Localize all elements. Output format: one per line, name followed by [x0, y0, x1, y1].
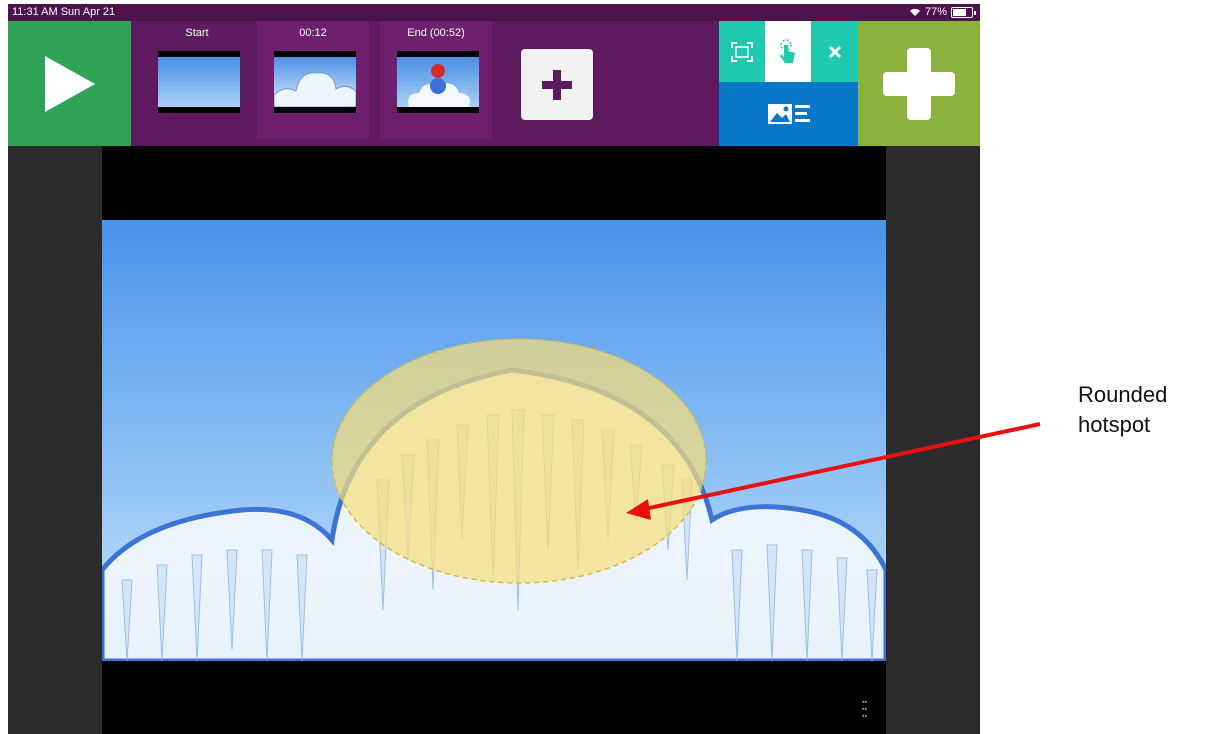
tool-group	[719, 21, 858, 146]
close-tool-button[interactable]	[811, 21, 858, 82]
clip-start[interactable]: Start	[141, 21, 253, 139]
clip-thumbnail	[273, 51, 357, 113]
fit-screen-icon	[731, 41, 753, 62]
ice-cloud-scene	[102, 338, 886, 661]
plus-icon	[542, 69, 572, 100]
app-screen: 11:31 AM Sun Apr 21 77% Start 00:12 End …	[8, 4, 980, 734]
close-icon	[828, 45, 841, 58]
play-icon	[44, 55, 95, 112]
fit-screen-button[interactable]	[719, 21, 765, 82]
annotation-text: Rounded hotspot	[1078, 380, 1167, 440]
battery-icon	[951, 7, 973, 18]
status-time: 11:31 AM Sun Apr 21	[12, 6, 116, 18]
hotspot-tool-button[interactable]	[765, 21, 811, 82]
annotation-line-2: hotspot	[1078, 412, 1151, 437]
play-button[interactable]	[8, 21, 131, 146]
clip-label: 00:12	[299, 27, 327, 39]
battery-cap	[974, 10, 976, 15]
clip-end[interactable]: End (00:52)	[380, 21, 492, 139]
add-clip-button[interactable]	[521, 49, 593, 120]
add-button[interactable]	[858, 21, 980, 146]
annotation-line-1: Rounded	[1078, 382, 1168, 407]
clip-label: End (00:52)	[407, 27, 465, 39]
image-text-icon	[767, 104, 810, 124]
status-right: 77%	[909, 4, 976, 21]
rounded-hotspot[interactable]	[331, 338, 707, 584]
clip-00-12[interactable]: 00:12	[257, 21, 369, 139]
video-frame: ▪▪ ▪▪ ▪▪	[102, 146, 886, 734]
clip-thumbnail	[397, 51, 479, 113]
toolbar: Start 00:12 End (00:52)	[8, 21, 980, 146]
media-text-button[interactable]	[719, 82, 858, 146]
video-image	[102, 220, 886, 661]
wifi-icon	[909, 8, 920, 16]
clip-thumbnail	[158, 51, 240, 113]
status-bar: 11:31 AM Sun Apr 21 77%	[8, 4, 980, 21]
clip-label: Start	[185, 27, 209, 39]
plus-icon	[883, 47, 955, 120]
touch-hotspot-icon	[780, 38, 795, 63]
cloud-thumb	[273, 72, 357, 108]
battery-percent: 77%	[924, 6, 947, 18]
cloud-character-thumb	[408, 64, 470, 107]
watermark: ▪▪ ▪▪ ▪▪	[862, 699, 867, 720]
